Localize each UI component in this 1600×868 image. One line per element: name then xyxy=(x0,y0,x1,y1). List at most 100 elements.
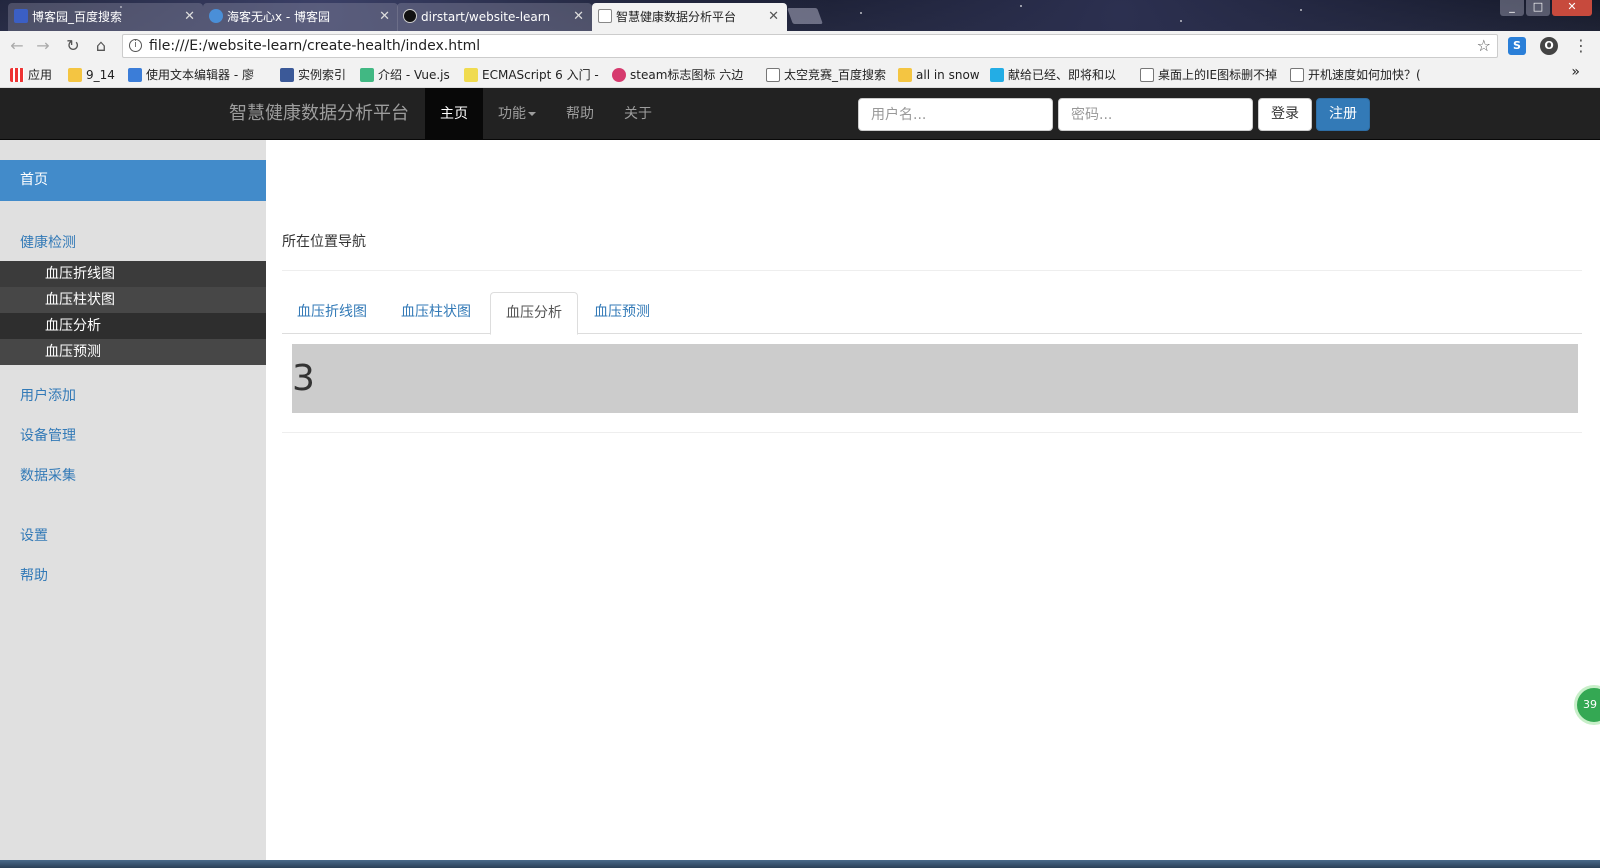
divider xyxy=(282,432,1582,433)
bookmark-label: 实例索引 xyxy=(298,68,347,82)
bookmark-item[interactable]: 开机速度如何加快？( xyxy=(1290,66,1421,84)
minimize-icon[interactable]: _ xyxy=(1500,0,1524,16)
bookmark-label: ECMAScript 6 入门 - xyxy=(482,68,599,82)
password-input[interactable] xyxy=(1058,98,1253,131)
tab-bar-chart[interactable]: 血压柱状图 xyxy=(386,292,486,334)
maximize-icon[interactable]: □ xyxy=(1526,0,1550,16)
reload-icon[interactable]: ↻ xyxy=(62,35,84,57)
browser-tab-title: 智慧健康数据分析平台 xyxy=(616,10,737,24)
star-decoration xyxy=(1300,9,1302,11)
home-icon[interactable]: ⌂ xyxy=(90,35,112,57)
bookmark-item[interactable]: 实例索引 xyxy=(280,66,346,84)
sidebar-item-health[interactable]: 健康检测 xyxy=(20,232,76,252)
sidebar-item-home[interactable]: 首页 xyxy=(0,160,266,201)
sidebar-item-settings[interactable]: 设置 xyxy=(20,525,48,545)
page-icon xyxy=(1290,68,1304,82)
bookmark-item[interactable]: ECMAScript 6 入门 - xyxy=(464,66,599,84)
cnblogs-icon xyxy=(209,9,223,23)
sidebar-subitem-prediction[interactable]: 血压预测 xyxy=(0,339,266,365)
tab-line-chart[interactable]: 血压折线图 xyxy=(282,292,382,334)
bookmark-label: steam标志图标 六边 xyxy=(630,68,744,82)
vue-icon xyxy=(360,68,374,82)
floating-badge[interactable]: 39 xyxy=(1574,685,1600,725)
window-controls: _ □ ✕ xyxy=(1500,0,1592,16)
caret-down-icon xyxy=(528,112,536,116)
page-icon xyxy=(1140,68,1154,82)
close-tab-icon[interactable]: ✕ xyxy=(379,3,390,31)
browser-tab[interactable]: 博客园_百度搜索 ✕ xyxy=(8,3,203,31)
nav-features-label: 功能 xyxy=(498,106,526,122)
sidebar-item-device[interactable]: 设备管理 xyxy=(20,425,76,445)
star-decoration xyxy=(1020,5,1022,7)
bookmark-label: 应用 xyxy=(28,68,53,82)
back-icon[interactable]: ← xyxy=(6,35,28,57)
bookmark-item[interactable]: steam标志图标 六边 xyxy=(612,66,743,84)
folder-icon xyxy=(68,68,82,82)
browser-tab-active[interactable]: 智慧健康数据分析平台 ✕ xyxy=(592,3,787,31)
bookmark-apps[interactable]: 应用 xyxy=(10,66,52,84)
bookmark-label: 9_14 xyxy=(86,68,115,82)
register-button[interactable]: 注册 xyxy=(1316,98,1370,131)
info-icon[interactable]: i xyxy=(129,39,142,52)
content-tabs: 血压折线图 血压柱状图 血压分析 血压预测 xyxy=(282,292,1582,335)
tab-panel-content: 3 xyxy=(292,344,1578,413)
sidebar: 首页 健康检测 血压折线图 血压柱状图 血压分析 血压预测 用户添加 设备管理 … xyxy=(0,140,266,860)
address-bar-url: file:///E:/website-learn/create-health/i… xyxy=(149,38,481,54)
sidebar-subitem-analysis[interactable]: 血压分析 xyxy=(0,313,266,339)
breadcrumb: 所在位置导航 xyxy=(282,234,366,250)
bookmark-label: 献给已经、即将和以 xyxy=(1008,68,1117,82)
nav-features[interactable]: 功能 xyxy=(483,88,551,140)
close-window-icon[interactable]: ✕ xyxy=(1552,0,1592,16)
facebook-icon xyxy=(280,68,294,82)
bookmark-label: all in snow xyxy=(916,68,980,82)
bookmark-item[interactable]: 桌面上的IE图标删不掉 xyxy=(1140,66,1277,84)
baidu-icon xyxy=(14,9,28,23)
address-bar[interactable]: i file:///E:/website-learn/create-health… xyxy=(122,34,1498,58)
sidebar-subitem-line-chart[interactable]: 血压折线图 xyxy=(0,261,266,287)
new-tab-button[interactable] xyxy=(787,8,823,24)
sidebar-subitem-bar-chart[interactable]: 血压柱状图 xyxy=(0,287,266,313)
close-tab-icon[interactable]: ✕ xyxy=(768,3,779,31)
browser-tab[interactable]: dirstart/website-learn ✕ xyxy=(397,3,592,31)
sidebar-item-data[interactable]: 数据采集 xyxy=(20,465,76,485)
bookmark-item[interactable]: 太空竞赛_百度搜索 xyxy=(766,66,886,84)
close-tab-icon[interactable]: ✕ xyxy=(573,3,584,31)
star-decoration xyxy=(860,12,862,14)
more-bookmarks-icon[interactable]: » xyxy=(1571,64,1580,80)
divider xyxy=(282,270,1582,271)
sidebar-subnav: 血压折线图 血压柱状图 血压分析 血压预测 xyxy=(0,261,266,365)
bookmark-star-icon[interactable]: ☆ xyxy=(1477,35,1491,57)
page-icon xyxy=(766,68,780,82)
os-taskbar xyxy=(0,860,1600,868)
tab-analysis[interactable]: 血压分析 xyxy=(490,292,578,335)
page-icon xyxy=(598,9,612,23)
star-decoration xyxy=(1180,20,1182,22)
browser-tab[interactable]: 海客无心x - 博客园 ✕ xyxy=(203,3,398,31)
brand-title[interactable]: 智慧健康数据分析平台 xyxy=(229,88,409,140)
menu-icon[interactable]: ⋮ xyxy=(1570,35,1592,57)
forward-icon[interactable]: → xyxy=(32,35,54,57)
bookmark-item[interactable]: 使用文本编辑器 - 廖 xyxy=(128,66,254,84)
nav-home[interactable]: 主页 xyxy=(425,88,483,140)
username-input[interactable] xyxy=(858,98,1053,131)
bookmark-label: 太空竞赛_百度搜索 xyxy=(784,68,887,82)
bookmark-item[interactable]: all in snow xyxy=(898,66,980,84)
browser-tab-title: 海客无心x - 博客园 xyxy=(227,10,331,24)
nav-help[interactable]: 帮助 xyxy=(551,88,609,140)
search-icon xyxy=(612,68,626,82)
login-button[interactable]: 登录 xyxy=(1258,98,1312,131)
extension-icon[interactable]: O xyxy=(1540,37,1558,55)
bookmark-item[interactable]: 献给已经、即将和以 xyxy=(990,66,1116,84)
nav-about[interactable]: 关于 xyxy=(609,88,667,140)
sidebar-item-help[interactable]: 帮助 xyxy=(20,565,48,585)
tab-prediction[interactable]: 血压预测 xyxy=(579,292,665,334)
folder-icon xyxy=(898,68,912,82)
sidebar-item-user-add[interactable]: 用户添加 xyxy=(20,385,76,405)
browser-tab-strip: 博客园_百度搜索 ✕ 海客无心x - 博客园 ✕ dirstart/websit… xyxy=(0,0,1600,31)
github-icon xyxy=(403,9,417,23)
bookmark-label: 使用文本编辑器 - 廖 xyxy=(146,68,254,82)
close-tab-icon[interactable]: ✕ xyxy=(184,3,195,31)
bookmark-item[interactable]: 介绍 - Vue.js xyxy=(360,66,450,84)
extension-icon[interactable]: S xyxy=(1508,37,1526,55)
bookmark-item[interactable]: 9_14 xyxy=(68,66,115,84)
